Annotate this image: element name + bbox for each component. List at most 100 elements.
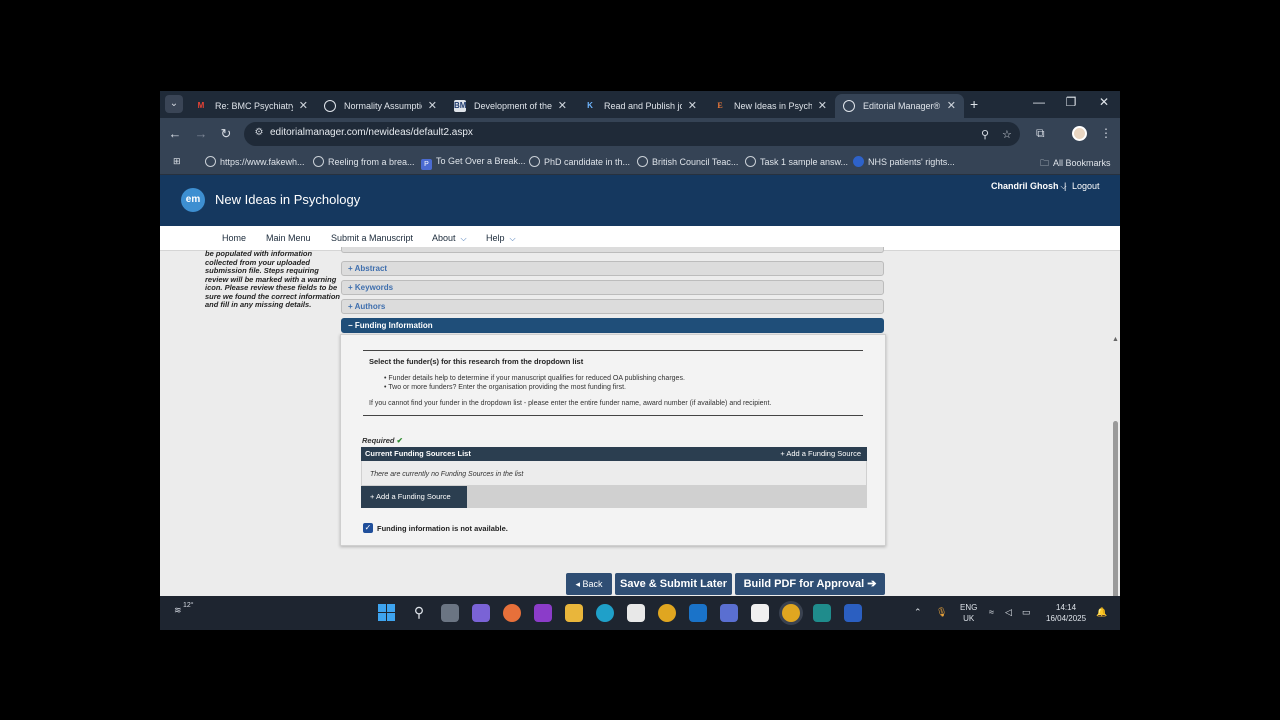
site-info-icon[interactable]: ⚙ xyxy=(252,127,266,141)
globe-icon xyxy=(205,156,216,167)
tab-label: Development of the I xyxy=(474,101,552,111)
forward-arrow-icon[interactable]: → xyxy=(193,126,209,141)
close-icon[interactable]: ✕ xyxy=(299,94,308,118)
close-icon[interactable]: ✕ xyxy=(688,94,697,118)
funding-list-title: Current Funding Sources List xyxy=(365,449,471,458)
start-button[interactable] xyxy=(378,604,396,622)
tab-label: Read and Publish jou xyxy=(604,101,682,111)
user-menu[interactable]: Chandril Ghosh ⌵ xyxy=(991,181,1067,192)
firefox-icon[interactable] xyxy=(503,604,521,622)
nav-main-menu[interactable]: Main Menu xyxy=(266,233,311,243)
language-indicator[interactable]: ENG UK xyxy=(960,602,977,624)
bookmark-item[interactable]: PhD candidate in th... xyxy=(529,156,630,167)
accordion-funding[interactable]: − Funding Information xyxy=(341,318,884,333)
instructions-text: be populated with information collected … xyxy=(205,249,341,309)
word-icon[interactable] xyxy=(844,604,862,622)
bookmark-item[interactable]: NHS patients' rights... xyxy=(853,156,955,167)
em-logo[interactable]: em xyxy=(181,188,205,212)
search-icon[interactable]: ⚲ xyxy=(410,604,428,622)
tab-gmail[interactable]: M Re: BMC Psychiatry-A ✕ xyxy=(187,94,316,118)
bookmark-item[interactable]: Reeling from a brea... xyxy=(313,156,415,167)
site-header: em New Ideas in Psychology Chandril Ghos… xyxy=(160,175,1120,226)
accordion-authors[interactable]: + Authors xyxy=(341,299,884,314)
close-icon[interactable]: ✕ xyxy=(947,94,956,118)
app-icon[interactable] xyxy=(813,604,831,622)
notes-icon[interactable] xyxy=(751,604,769,622)
weather-icon[interactable]: ≋ xyxy=(174,605,182,616)
task-view-icon[interactable] xyxy=(441,604,459,622)
volume-icon[interactable]: ◁ xyxy=(1005,607,1012,618)
copilot-icon[interactable] xyxy=(472,604,490,622)
new-tab-button[interactable]: + xyxy=(970,96,978,112)
metadata-panel: + Abstract + Keywords + Authors − Fundin… xyxy=(340,235,886,558)
scroll-up-icon[interactable]: ▲ xyxy=(1112,336,1119,343)
tray-chevron-icon[interactable]: ⌃ xyxy=(914,607,922,618)
app-icon[interactable] xyxy=(534,604,552,622)
add-funding-source-link[interactable]: + Add a Funding Source xyxy=(780,447,861,461)
battery-icon[interactable]: ▭ xyxy=(1022,607,1031,618)
file-explorer-icon[interactable] xyxy=(565,604,583,622)
back-arrow-icon[interactable]: ← xyxy=(167,126,183,141)
funding-not-available-label[interactable]: Funding information is not available. xyxy=(377,524,508,533)
apps-grid-icon[interactable]: ⊞ xyxy=(173,156,181,167)
bookmark-item[interactable]: https://www.fakewh... xyxy=(205,156,305,167)
tab-editorial-manager[interactable]: Editorial Manager® ✕ xyxy=(835,94,964,118)
extensions-icon[interactable]: ⧉ xyxy=(1036,126,1045,141)
nav-home[interactable]: Home xyxy=(222,233,246,243)
divider xyxy=(363,350,863,351)
chrome-icon[interactable] xyxy=(658,604,676,622)
reload-icon[interactable]: ↻ xyxy=(218,126,234,142)
profile-avatar[interactable] xyxy=(1072,126,1087,141)
all-bookmarks[interactable]: 🗀 All Bookmarks xyxy=(1040,156,1111,172)
tab-new-ideas[interactable]: E New Ideas in Psychol ✕ xyxy=(706,94,835,118)
funding-bullet: • Funder details help to determine if yo… xyxy=(384,375,685,382)
bookmark-item[interactable]: P To Get Over a Break... xyxy=(421,156,526,170)
close-icon[interactable]: ✕ xyxy=(428,94,437,118)
bookmark-item[interactable]: British Council Teac... xyxy=(637,156,738,167)
funding-not-available-checkbox[interactable]: ✓ xyxy=(363,523,373,533)
accordion-keywords[interactable]: + Keywords xyxy=(341,280,884,295)
back-button[interactable]: ◂ Back xyxy=(566,573,612,595)
app-icon[interactable] xyxy=(720,604,738,622)
save-submit-later-button[interactable]: Save & Submit Later xyxy=(615,573,732,595)
outlook-icon[interactable] xyxy=(689,604,707,622)
funding-list-footer: + Add a Funding Source xyxy=(361,486,867,508)
accordion-title[interactable] xyxy=(341,247,884,253)
wifi-icon[interactable]: ≈ xyxy=(989,607,994,617)
funding-bullet: • Two or more funders? Enter the organis… xyxy=(384,384,627,391)
build-pdf-button[interactable]: Build PDF for Approval ➔ xyxy=(735,573,885,595)
tab-search-icon[interactable]: ⌄ xyxy=(165,95,183,113)
url-text[interactable]: editorialmanager.com/newideas/default2.a… xyxy=(270,127,473,138)
check-icon: ✔ xyxy=(396,436,403,445)
restore-button[interactable]: ❐ xyxy=(1061,95,1081,109)
tab-read-publish[interactable]: K Read and Publish jou ✕ xyxy=(576,94,705,118)
windows-taskbar: ≋ 12° ⚲ ⌃ 🎙 ENG UK ≈ ◁ ▭ 14:14 16/04/202… xyxy=(160,596,1120,630)
minimize-button[interactable]: — xyxy=(1029,95,1049,109)
elsevier-icon: E xyxy=(717,101,723,110)
browser-toolbar: ← → ↻ ⚙ editorialmanager.com/newideas/de… xyxy=(160,118,1120,150)
edge-icon[interactable] xyxy=(596,604,614,622)
bookmark-item[interactable]: Task 1 sample answ... xyxy=(745,156,848,167)
zoom-icon[interactable]: ⚲ xyxy=(981,128,989,141)
tab-development[interactable]: BM Development of the I ✕ xyxy=(446,94,575,118)
scroll-thumb[interactable] xyxy=(1113,421,1118,596)
close-icon[interactable]: ✕ xyxy=(818,94,827,118)
menu-kebab-icon[interactable]: ⋮ xyxy=(1100,126,1112,140)
mic-icon[interactable]: 🎙 xyxy=(936,607,947,618)
separator: | xyxy=(1064,181,1067,191)
address-bar[interactable]: ⚙ editorialmanager.com/newideas/default2… xyxy=(244,122,1020,146)
bookmark-star-icon[interactable]: ☆ xyxy=(1002,128,1012,141)
add-funding-source-button[interactable]: + Add a Funding Source xyxy=(361,486,467,508)
web-page: em New Ideas in Psychology Chandril Ghos… xyxy=(160,175,1120,596)
notification-icon[interactable]: 🔔 xyxy=(1096,607,1107,618)
clock[interactable]: 14:14 16/04/2025 xyxy=(1046,602,1086,624)
tab-normality[interactable]: Normality Assumptio ✕ xyxy=(316,94,445,118)
bm-icon: BM xyxy=(454,100,467,112)
close-icon[interactable]: ✕ xyxy=(558,94,567,118)
accordion-abstract[interactable]: + Abstract xyxy=(341,261,884,276)
page-scrollbar[interactable]: ▲ xyxy=(1110,336,1120,596)
close-window-button[interactable]: ✕ xyxy=(1094,95,1114,109)
store-icon[interactable] xyxy=(627,604,645,622)
logout-link[interactable]: Logout xyxy=(1072,181,1100,191)
chrome-active-icon[interactable] xyxy=(782,604,800,622)
